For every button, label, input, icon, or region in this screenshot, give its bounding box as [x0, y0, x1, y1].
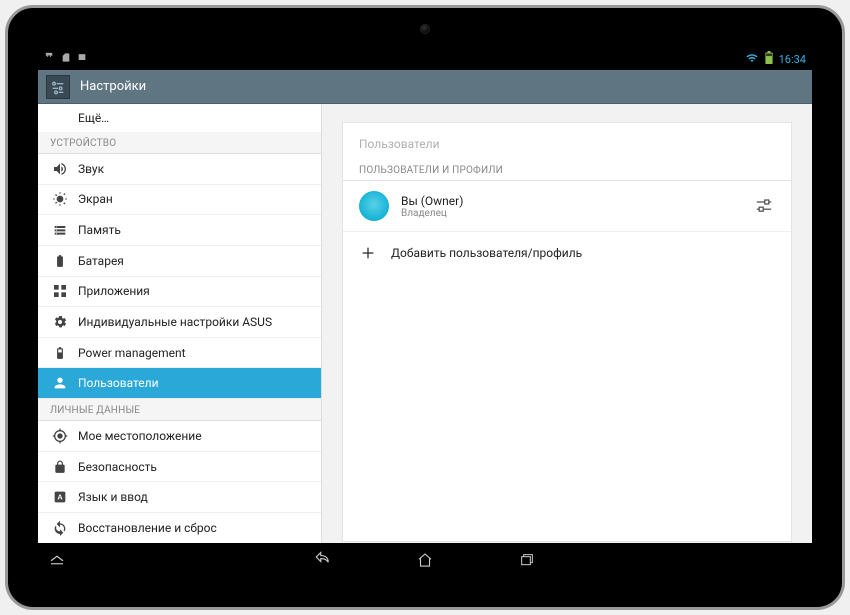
nav-recent-button[interactable] — [516, 549, 538, 571]
panel-title: Пользователи — [343, 123, 791, 161]
sidebar-item-label: Язык и ввод — [78, 490, 148, 504]
sidebar-group-device: УСТРОЙСТВО — [38, 132, 321, 154]
power-icon — [52, 345, 68, 361]
battery-icon — [52, 253, 68, 269]
sidebar-item-location[interactable]: Мое местоположение — [38, 421, 321, 452]
tablet-frame: 16:34 Настройки Ещё… УСТРОЙСТВО Звук — [5, 5, 845, 610]
collapse-button[interactable] — [46, 549, 68, 571]
sdcard-icon — [61, 52, 71, 66]
clock: 16:34 — [779, 53, 806, 66]
content-area: Ещё… УСТРОЙСТВО Звук Экран Память Батаре… — [38, 104, 812, 543]
sidebar-item-label: Индивидуальные настройки ASUS — [78, 315, 272, 329]
sidebar-item-label: Память — [78, 223, 121, 237]
sidebar-group-personal: ЛИЧНЫЕ ДАННЫЕ — [38, 399, 321, 421]
owner-role: Владелец — [401, 208, 741, 219]
backup-icon — [52, 520, 68, 536]
add-user-row[interactable]: Добавить пользователя/профиль — [343, 232, 791, 274]
wifi-icon — [745, 52, 759, 67]
lock-icon — [52, 459, 68, 475]
screen: 16:34 Настройки Ещё… УСТРОЙСТВО Звук — [38, 48, 812, 577]
users-card: Пользователи ПОЛЬЗОВАТЕЛИ И ПРОФИЛИ Вы (… — [342, 122, 792, 542]
gear-icon — [52, 314, 68, 330]
status-left — [44, 52, 87, 66]
sidebar-item-label: Безопасность — [78, 460, 157, 474]
sidebar-item-label: Батарея — [78, 254, 124, 268]
owner-settings-button[interactable] — [753, 197, 775, 215]
detail-panel: Пользователи ПОЛЬЗОВАТЕЛИ И ПРОФИЛИ Вы (… — [322, 104, 812, 543]
sidebar-item-power[interactable]: Power management — [38, 338, 321, 369]
plus-icon — [359, 244, 377, 262]
panel-subhead: ПОЛЬЗОВАТЕЛИ И ПРОФИЛИ — [343, 161, 791, 181]
sidebar-item-label: Мое местоположение — [78, 429, 202, 443]
users-icon — [52, 375, 68, 391]
settings-sidebar[interactable]: Ещё… УСТРОЙСТВО Звук Экран Память Батаре… — [38, 104, 322, 543]
sidebar-item-apps[interactable]: Приложения — [38, 277, 321, 308]
camera-dot — [420, 24, 430, 34]
sidebar-item-label: Power management — [78, 346, 186, 360]
sidebar-item-battery[interactable]: Батарея — [38, 246, 321, 277]
battery-status-icon — [765, 51, 773, 67]
sidebar-item-security[interactable]: Безопасность — [38, 452, 321, 483]
owner-labels: Вы (Owner) Владелец — [401, 194, 741, 219]
app-bar: Настройки — [38, 70, 812, 104]
sidebar-item-label: Восстановление и сброс — [78, 521, 217, 535]
navigation-bar — [38, 543, 812, 577]
settings-app-icon — [46, 75, 70, 99]
status-bar: 16:34 — [38, 48, 812, 70]
volume-icon — [52, 161, 68, 177]
sidebar-item-users[interactable]: Пользователи — [38, 368, 321, 399]
sidebar-item-storage[interactable]: Память — [38, 215, 321, 246]
language-icon: A — [52, 489, 68, 505]
svg-text:A: A — [57, 493, 63, 502]
sidebar-item-label: Экран — [78, 192, 113, 206]
sidebar-item-sound[interactable]: Звук — [38, 154, 321, 185]
apps-icon — [52, 283, 68, 299]
status-right: 16:34 — [745, 51, 806, 67]
owner-row[interactable]: Вы (Owner) Владелец — [343, 181, 791, 232]
app-title: Настройки — [80, 79, 146, 94]
sidebar-item-label: Пользователи — [78, 376, 159, 390]
sidebar-more[interactable]: Ещё… — [38, 104, 321, 132]
location-icon — [52, 428, 68, 444]
sidebar-item-label: Звук — [78, 162, 104, 176]
owner-avatar — [359, 191, 389, 221]
storage-icon — [52, 222, 68, 238]
usb-icon — [44, 52, 55, 66]
sidebar-item-asus[interactable]: Индивидуальные настройки ASUS — [38, 307, 321, 338]
sidebar-item-display[interactable]: Экран — [38, 185, 321, 216]
nav-home-button[interactable] — [414, 549, 436, 571]
sidebar-item-label: Приложения — [78, 284, 150, 298]
owner-name: Вы (Owner) — [401, 194, 741, 208]
notify-icon — [77, 52, 87, 66]
add-user-label: Добавить пользователя/профиль — [391, 246, 582, 260]
sidebar-item-language[interactable]: A Язык и ввод — [38, 482, 321, 513]
sidebar-item-backup[interactable]: Восстановление и сброс — [38, 513, 321, 543]
brightness-icon — [52, 191, 68, 207]
nav-back-button[interactable] — [312, 549, 334, 571]
